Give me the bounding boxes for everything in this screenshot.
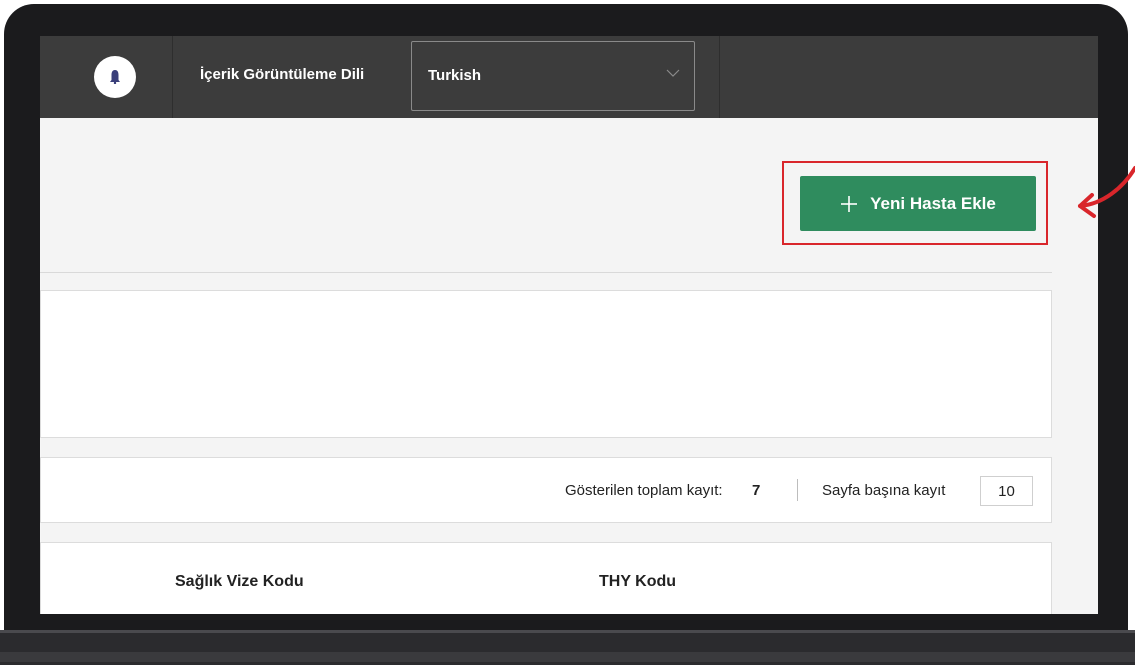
laptop-bezel: İçerik Görüntüleme Dili Turkish Yeni Has… (0, 0, 1135, 665)
add-patient-label: Yeni Hasta Ekle (870, 193, 996, 213)
user-avatar[interactable] (94, 56, 136, 98)
top-bar: İçerik Görüntüleme Dili Turkish (40, 36, 1098, 118)
bell-icon (110, 70, 120, 84)
add-patient-button[interactable]: Yeni Hasta Ekle (800, 176, 1036, 231)
plus-icon (841, 195, 858, 212)
topbar-divider (719, 36, 720, 118)
language-select[interactable]: Turkish (411, 41, 695, 111)
total-records-label: Gösterilen toplam kayıt: (565, 482, 723, 499)
app-screen: İçerik Görüntüleme Dili Turkish Yeni Has… (40, 36, 1098, 614)
filter-panel (40, 290, 1052, 438)
laptop-base-edge (0, 652, 1135, 662)
per-page-label: Sayfa başına kayıt (822, 482, 946, 499)
chevron-down-icon (666, 69, 680, 77)
column-header-thy-code[interactable]: THY Kodu (599, 573, 676, 591)
column-header-health-visa-code[interactable]: Sağlık Vize Kodu (175, 573, 304, 591)
topbar-divider (172, 36, 173, 118)
records-divider (797, 479, 798, 501)
language-select-value: Turkish (428, 67, 482, 84)
pointer-arrow-icon (1078, 166, 1135, 218)
language-label: İçerik Görüntüleme Dili (200, 66, 365, 83)
header-divider (40, 272, 1052, 273)
per-page-value: 10 (998, 482, 1015, 500)
per-page-input[interactable]: 10 (980, 476, 1033, 506)
total-records-count: 7 (752, 482, 761, 499)
